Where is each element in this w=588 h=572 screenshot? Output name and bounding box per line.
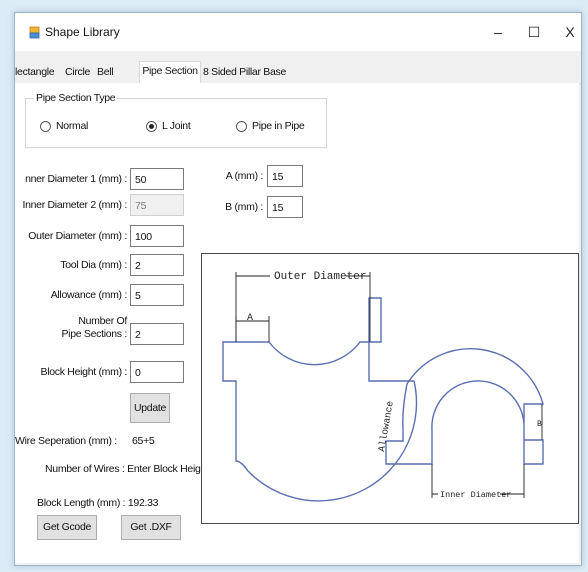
group-title: Pipe Section Type xyxy=(34,92,118,104)
radio-circle-icon xyxy=(236,120,247,132)
tab-circle[interactable]: Circle xyxy=(65,63,90,82)
title-bar: Shape Library – ☐ X xyxy=(15,13,581,51)
a-dim-label: A xyxy=(247,313,253,324)
pipe-section-type-group: Pipe Section Type Normal L Joint Pipe in… xyxy=(25,92,327,148)
radio-normal[interactable]: Normal xyxy=(40,120,88,132)
inner-diameter-1-input[interactable]: 50 xyxy=(130,168,184,190)
window-title: Shape Library xyxy=(45,25,120,39)
outer-diameter-label: Outer Diameter (mm) : xyxy=(28,230,127,242)
allowance-input[interactable]: 5 xyxy=(130,284,184,306)
tab-8-sided-pillar-base[interactable]: 8 Sided Pillar Base xyxy=(203,63,286,82)
b-input[interactable]: 15 xyxy=(267,196,303,218)
block-height-label: Block Height (mm) : xyxy=(40,366,128,378)
outer-diameter-input[interactable]: 100 xyxy=(130,225,184,247)
get-gcode-button[interactable]: Get Gcode xyxy=(37,515,97,540)
app-icon xyxy=(29,26,40,39)
shape-library-window: Shape Library – ☐ X lectangle Circle Bel… xyxy=(14,12,582,566)
inner-diameter-1-label: nner Diameter 1 (mm) : xyxy=(25,173,127,185)
tab-pipe-section[interactable]: Pipe Section xyxy=(139,61,201,83)
radio-l-joint-label: L Joint xyxy=(162,120,191,132)
outer-diameter-dim-label: Outer Diameter xyxy=(274,271,366,283)
inner-piece-outline xyxy=(385,347,544,465)
radio-pipe-in-pipe-label: Pipe in Pipe xyxy=(252,120,305,132)
pipe-sections-label-line2: Pipe Sections : xyxy=(61,328,127,340)
maximize-button[interactable]: ☐ xyxy=(519,21,549,43)
allowance-dim-label: Allowance xyxy=(376,400,396,453)
get-dxf-button[interactable]: Get .DXF xyxy=(121,515,181,540)
pipe-sections-label-line1: Number Of xyxy=(78,315,127,327)
l-joint-drawing: Outer Diameter A Allowance B Inner Diame… xyxy=(222,268,544,502)
inner-diameter-2-input[interactable]: 75 xyxy=(130,194,184,216)
a-label: A (mm) : xyxy=(225,170,264,182)
update-button[interactable]: Update xyxy=(130,393,170,423)
a-input[interactable]: 15 xyxy=(267,165,303,187)
pipe-sections-label: Number Of Pipe Sections : xyxy=(61,315,127,341)
pipe-sections-input[interactable]: 2 xyxy=(130,323,184,345)
wire-separation-label: Wire Seperation (mm) : xyxy=(15,435,117,447)
wire-separation-value: 65+5 xyxy=(132,435,155,447)
minimize-button[interactable]: – xyxy=(483,21,513,43)
outer-piece-outline xyxy=(222,297,418,502)
inner-diameter-dim-label: Inner Diameter xyxy=(440,490,511,500)
tool-dia-label: Tool Dia (mm) : xyxy=(60,259,127,271)
tab-bell[interactable]: Bell xyxy=(97,63,114,82)
l-joint-diagram: Outer Diameter A Allowance B Inner Diame… xyxy=(201,253,579,524)
tab-rectangle[interactable]: lectangle xyxy=(15,63,55,82)
radio-checked-icon xyxy=(146,120,157,132)
b-label: B (mm) : xyxy=(225,201,263,213)
radio-l-joint[interactable]: L Joint xyxy=(146,120,191,132)
block-height-input[interactable]: 0 xyxy=(130,361,184,383)
radio-pipe-in-pipe[interactable]: Pipe in Pipe xyxy=(236,120,305,132)
tab-strip: lectangle Circle Bell Pipe Section 8 Sid… xyxy=(15,61,581,84)
b-dim-label: B xyxy=(537,420,542,429)
pipe-section-panel: Pipe Section Type Normal L Joint Pipe in… xyxy=(15,83,579,563)
number-of-wires-text: Number of Wires : Enter Block Height! xyxy=(45,463,212,475)
inner-diameter-2-label: Inner Diameter 2 (mm) : xyxy=(22,199,127,211)
radio-circle-icon xyxy=(40,120,51,132)
allowance-label: Allowance (mm) : xyxy=(50,289,128,301)
radio-normal-label: Normal xyxy=(56,120,89,132)
tool-dia-input[interactable]: 2 xyxy=(130,254,184,276)
block-length-text: Block Length (mm) : 192.33 xyxy=(37,497,159,509)
close-button[interactable]: X xyxy=(555,21,581,43)
